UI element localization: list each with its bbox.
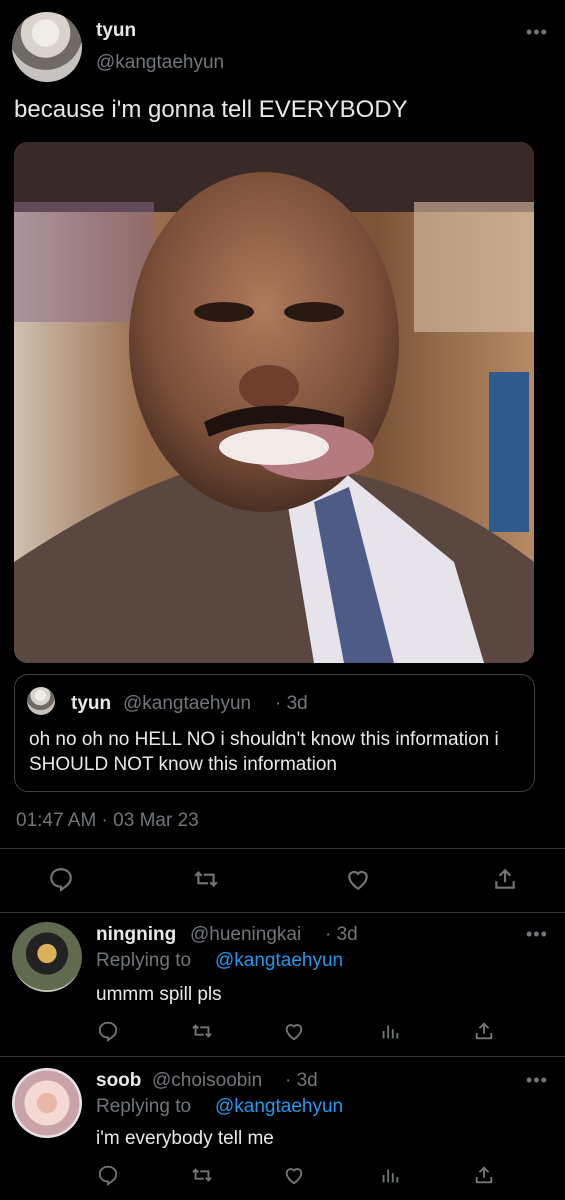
divider	[0, 1056, 565, 1057]
reply-text: i'm everybody tell me	[96, 1128, 274, 1149]
quote-text: oh no oh no HELL NO i shouldn't know thi…	[29, 729, 499, 775]
author-name[interactable]: tyun	[96, 20, 136, 42]
retweet-icon[interactable]	[190, 1020, 214, 1042]
quote-author-handle: @kangtaehyun	[123, 693, 252, 714]
quote-age: · 3d	[275, 693, 308, 714]
reply-author-name[interactable]: soob	[96, 1070, 141, 1092]
reply-author-avatar[interactable]	[12, 1068, 82, 1138]
replying-to-label: Replying to	[96, 1096, 192, 1117]
tweet-text: because i'm gonna tell EVERYBODY	[14, 96, 408, 123]
photo-illustration	[14, 142, 534, 663]
quote-author-avatar	[27, 687, 55, 715]
analytics-icon[interactable]	[378, 1020, 402, 1042]
share-icon[interactable]	[472, 1164, 496, 1186]
quoted-tweet[interactable]: tyun @kangtaehyun · 3d oh no oh no HELL …	[14, 674, 535, 792]
analytics-icon[interactable]	[378, 1164, 402, 1186]
divider	[0, 912, 565, 913]
quote-author-name: tyun	[71, 693, 112, 714]
replying-to-handle[interactable]: @kangtaehyun	[215, 1096, 343, 1118]
reply-author-handle[interactable]: @hueningkai	[190, 924, 301, 946]
reply-author-avatar[interactable]	[12, 922, 82, 992]
replying-to-label: Replying to	[96, 950, 192, 971]
tweet-timestamp: 01:47 AM · 03 Mar 23	[16, 810, 199, 831]
retweet-icon[interactable]	[190, 1164, 214, 1186]
replying-to-handle[interactable]: @kangtaehyun	[215, 950, 343, 972]
reply-icon[interactable]	[96, 1020, 120, 1042]
share-icon[interactable]	[472, 1020, 496, 1042]
reply-author-name[interactable]: ningning	[96, 924, 176, 946]
more-dots-icon[interactable]: •••	[526, 924, 548, 945]
more-dots-icon[interactable]: •••	[526, 1070, 548, 1091]
author-handle[interactable]: @kangtaehyun	[96, 52, 224, 74]
reply-author-handle[interactable]: @choisoobin	[152, 1070, 262, 1092]
like-icon[interactable]	[282, 1020, 306, 1042]
retweet-icon[interactable]	[192, 866, 220, 892]
reply-age: · 3d	[285, 1070, 318, 1091]
reply-icon[interactable]	[48, 866, 74, 892]
share-icon[interactable]	[492, 866, 518, 892]
reply-text: ummm spill pls	[96, 984, 222, 1005]
more-dots-icon[interactable]: •••	[526, 22, 548, 43]
reply-icon[interactable]	[96, 1164, 120, 1186]
tweet-photo[interactable]	[14, 142, 534, 663]
author-avatar[interactable]	[12, 12, 82, 82]
like-icon[interactable]	[282, 1164, 306, 1186]
divider	[0, 848, 565, 849]
reply-age: · 3d	[325, 924, 358, 945]
like-icon[interactable]	[344, 866, 372, 892]
